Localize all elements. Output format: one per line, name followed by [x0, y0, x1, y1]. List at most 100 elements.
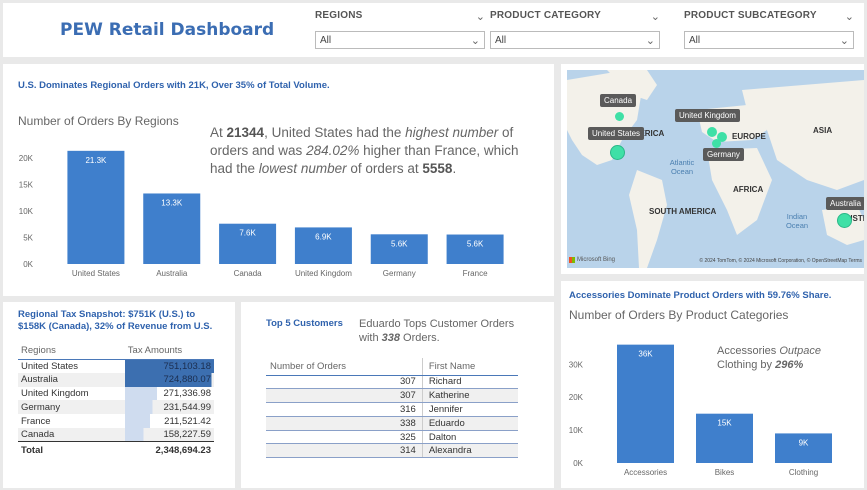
name-cell: Eduardo: [421, 416, 518, 431]
bar-data-label: 7.6K: [239, 229, 256, 238]
tax-table: Regions Tax Amounts United States 751,103…: [18, 343, 214, 458]
slicer-label: PRODUCT SUBCATEGORY: [684, 10, 817, 21]
bing-label: Microsoft Bing: [577, 257, 616, 263]
region-cell: Canada: [21, 429, 55, 441]
y-tick-label: 5K: [23, 233, 33, 242]
chevron-down-icon[interactable]: ⌄: [646, 34, 655, 47]
map-attribution[interactable]: © 2024 TomTom, © 2024 Microsoft Corporat…: [699, 258, 862, 264]
regions-bar-chart: 0K 5K 10K 15K 20K 21.3K United States 13.3K Aust…: [19, 150, 504, 278]
y-tick-label: 15K: [19, 180, 34, 189]
regions-headline: U.S. Dominates Regional Orders with 21K,…: [18, 80, 330, 91]
y-tick-label: 0K: [23, 260, 33, 269]
tax-amount-cell: 158,227.59: [124, 427, 214, 442]
region-cell: United States: [21, 360, 79, 372]
slicer-dropdown[interactable]: All ⌄: [315, 31, 485, 49]
name-cell: Alexandra: [421, 443, 518, 459]
map-label: SOUTH AMERICA: [649, 207, 717, 216]
world-map[interactable]: AMERICA EUROPE ASIA AFRICA SOUTH AMERICA…: [567, 70, 864, 268]
x-tick-label: Clothing: [789, 468, 818, 477]
x-tick-label: Canada: [234, 269, 263, 278]
bar[interactable]: [67, 150, 125, 264]
x-tick-label: Accessories: [624, 468, 667, 477]
chevron-down-icon[interactable]: ⌄: [651, 10, 660, 23]
orders-cell: 316: [266, 402, 423, 417]
map-bubble[interactable]: [707, 127, 717, 137]
table-row[interactable]: 338 Eduardo: [266, 416, 518, 431]
x-tick-label: France: [463, 269, 488, 278]
column-header[interactable]: Regions: [18, 343, 125, 360]
slicer-product-category[interactable]: PRODUCT CATEGORY ⌄ All ⌄: [490, 10, 660, 49]
bar-data-label: 9K: [799, 438, 809, 447]
table-header-row: Regions Tax Amounts: [18, 343, 214, 360]
region-cell: United Kingdom: [21, 387, 89, 399]
categories-bar-chart: 0K 10K 20K 30K 36K Accessories 15K Bikes 9K Cloth…: [569, 344, 832, 477]
table-total-row: Total 2,348,694.23: [18, 441, 214, 458]
ocean-label: Atlantic Ocean: [669, 158, 695, 176]
bar[interactable]: [617, 344, 674, 463]
bar-data-label: 21.3K: [85, 156, 107, 165]
x-tick-label: Germany: [383, 269, 416, 278]
table-row[interactable]: 316 Jennifer: [266, 402, 518, 417]
windows-icon: [569, 257, 575, 263]
table-row[interactable]: Canada 158,227.59: [18, 427, 214, 442]
map-bubble[interactable]: [837, 213, 852, 228]
table-row[interactable]: 307 Katherine: [266, 388, 518, 404]
bar-data-label: 36K: [638, 350, 653, 359]
table-row[interactable]: 325 Dalton: [266, 430, 518, 445]
slicer-regions[interactable]: REGIONS ⌄ All ⌄: [315, 10, 485, 49]
slicer-dropdown[interactable]: All ⌄: [684, 31, 854, 49]
map-tooltip: Canada: [600, 94, 637, 107]
slicer-value: All: [320, 35, 332, 46]
orders-cell: 325: [266, 430, 423, 445]
map-bubble[interactable]: [610, 145, 625, 160]
slicer-product-subcategory[interactable]: PRODUCT SUBCATEGORY ⌄ All ⌄: [684, 10, 854, 49]
column-header[interactable]: Tax Amounts: [124, 343, 214, 360]
map-label: AFRICA: [733, 185, 764, 194]
tax-amount-cell: 211,521.42: [124, 414, 214, 428]
table-row[interactable]: 307 Richard: [266, 375, 518, 390]
table-row[interactable]: France 211,521.42: [18, 414, 214, 428]
map-bubble[interactable]: [712, 139, 721, 148]
y-tick-label: 20K: [19, 154, 34, 163]
bar-data-label: 15K: [717, 419, 732, 428]
y-tick-label: 20K: [569, 393, 584, 402]
customers-table: Number of Orders First Name 307 Richard 30…: [266, 358, 518, 459]
total-amount: 2,348,694.23: [124, 441, 214, 458]
map-bubble[interactable]: [615, 112, 624, 121]
map-label: EUROPE: [732, 132, 766, 141]
table-row[interactable]: Germany 231,544.99: [18, 400, 214, 415]
map-tooltip: Australia: [826, 197, 864, 210]
chevron-down-icon[interactable]: ⌄: [840, 34, 849, 47]
chevron-down-icon[interactable]: ⌄: [845, 10, 854, 23]
orders-cell: 314: [266, 443, 423, 459]
column-header[interactable]: First Name: [421, 358, 518, 376]
table-row[interactable]: United Kingdom 271,336.98: [18, 386, 214, 401]
chevron-down-icon[interactable]: ⌄: [476, 10, 485, 23]
table-row[interactable]: United States 751,103.18: [18, 359, 214, 373]
orders-cell: 307: [266, 375, 423, 390]
tax-amount-cell: 231,544.99: [124, 400, 214, 415]
region-cell: Germany: [21, 401, 61, 413]
table-row[interactable]: Australia 724,880.07: [18, 372, 214, 387]
chevron-down-icon[interactable]: ⌄: [471, 34, 480, 47]
slicer-dropdown[interactable]: All ⌄: [490, 31, 660, 49]
slicer-value: All: [495, 35, 507, 46]
map-tooltip: Germany: [703, 148, 744, 161]
x-tick-label: Bikes: [715, 468, 735, 477]
slicer-label: REGIONS: [315, 10, 363, 21]
categories-headline: Accessories Dominate Product Orders with…: [569, 290, 832, 301]
table-row[interactable]: 314 Alexandra: [266, 443, 518, 459]
map-tooltip: United Kingdom: [675, 109, 740, 122]
bar-data-label: 13.3K: [161, 198, 183, 207]
orders-cell: 307: [266, 388, 423, 404]
column-header[interactable]: Number of Orders: [266, 358, 423, 376]
total-label: Total: [18, 441, 125, 458]
tax-amount-cell: 751,103.18: [124, 359, 214, 373]
tax-amount-cell: 724,880.07: [124, 372, 214, 387]
name-cell: Richard: [421, 375, 518, 390]
tax-amount-cell: 271,336.98: [124, 386, 214, 401]
categories-chart-title: Number of Orders By Product Categories: [569, 308, 789, 322]
tax-headline: Regional Tax Snapshot: $751K (U.S.) to $…: [18, 309, 213, 332]
y-tick-label: 10K: [569, 426, 584, 435]
slicer-value: All: [689, 35, 701, 46]
